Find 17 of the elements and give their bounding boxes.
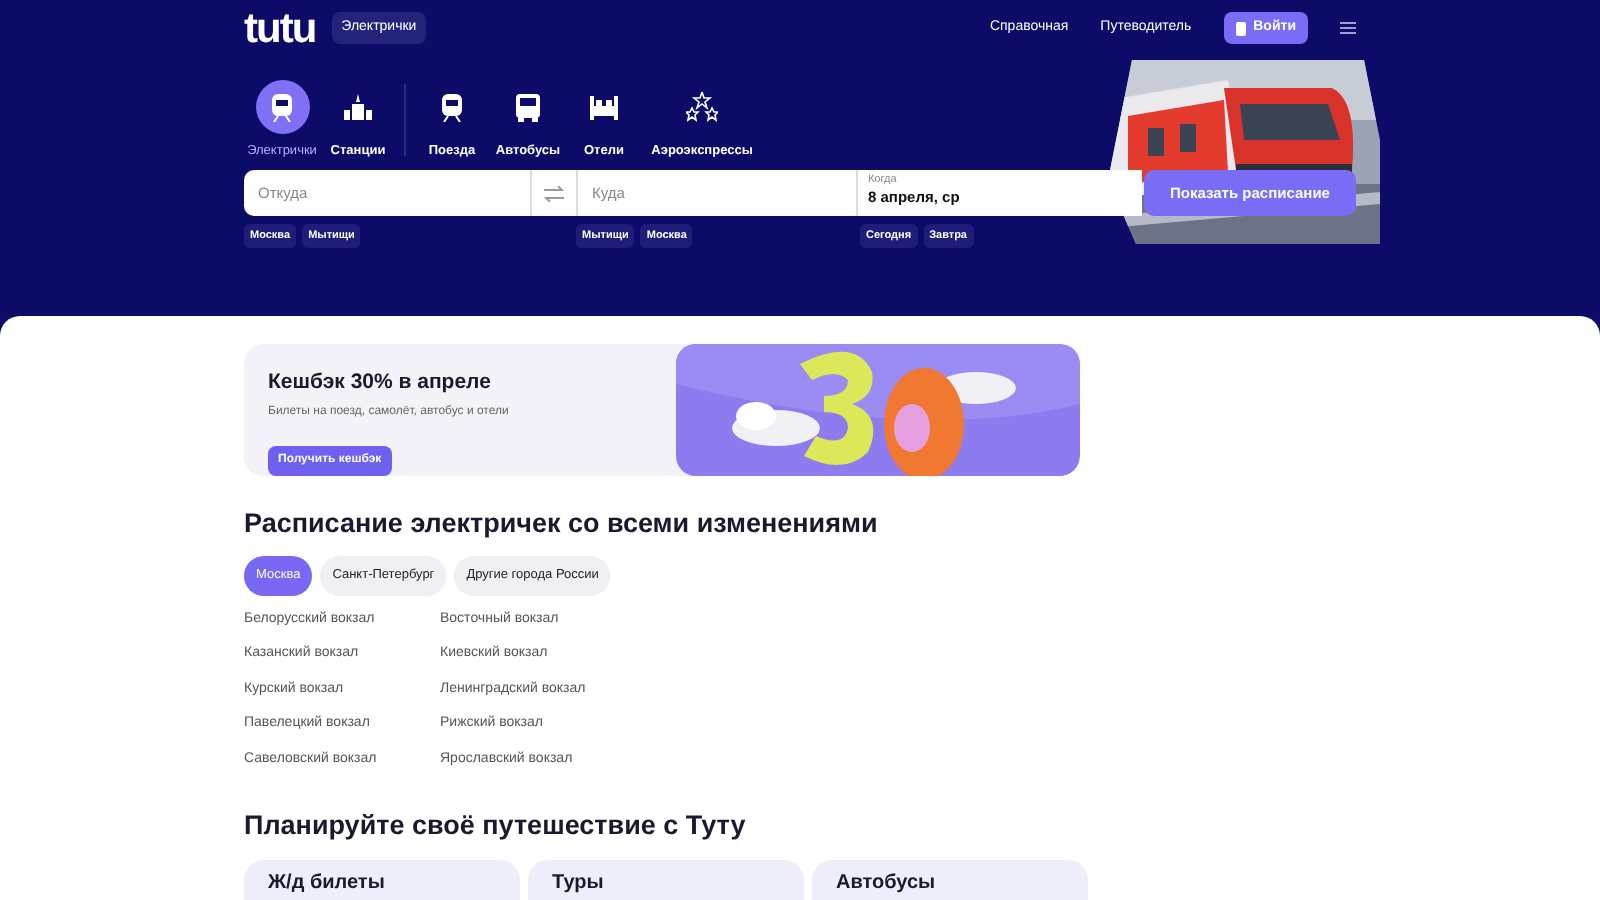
- bus-icon: [516, 93, 540, 121]
- swap-icon: [544, 185, 564, 201]
- train-icon: [440, 93, 464, 121]
- section-heading: Планируйте своё путешествие с Туту: [244, 810, 748, 844]
- service-card[interactable]: Туры: [528, 859, 804, 900]
- service-card[interactable]: Автобусы: [812, 859, 1088, 900]
- door-icon: [1235, 21, 1246, 35]
- service-card[interactable]: Ж/д билеты: [244, 859, 520, 900]
- section-heading: Расписание электричек со всеми изменениями: [244, 508, 880, 541]
- bed-icon: [590, 95, 618, 119]
- building-icon: [342, 94, 374, 120]
- promo-title: Кешбэк 30% в апреле: [268, 368, 493, 398]
- stars-icon: [686, 91, 718, 123]
- swap-button[interactable]: [532, 170, 576, 216]
- train-icon: [270, 93, 294, 121]
- menu-icon[interactable]: [1340, 22, 1356, 34]
- logo[interactable]: tutu: [244, 7, 316, 49]
